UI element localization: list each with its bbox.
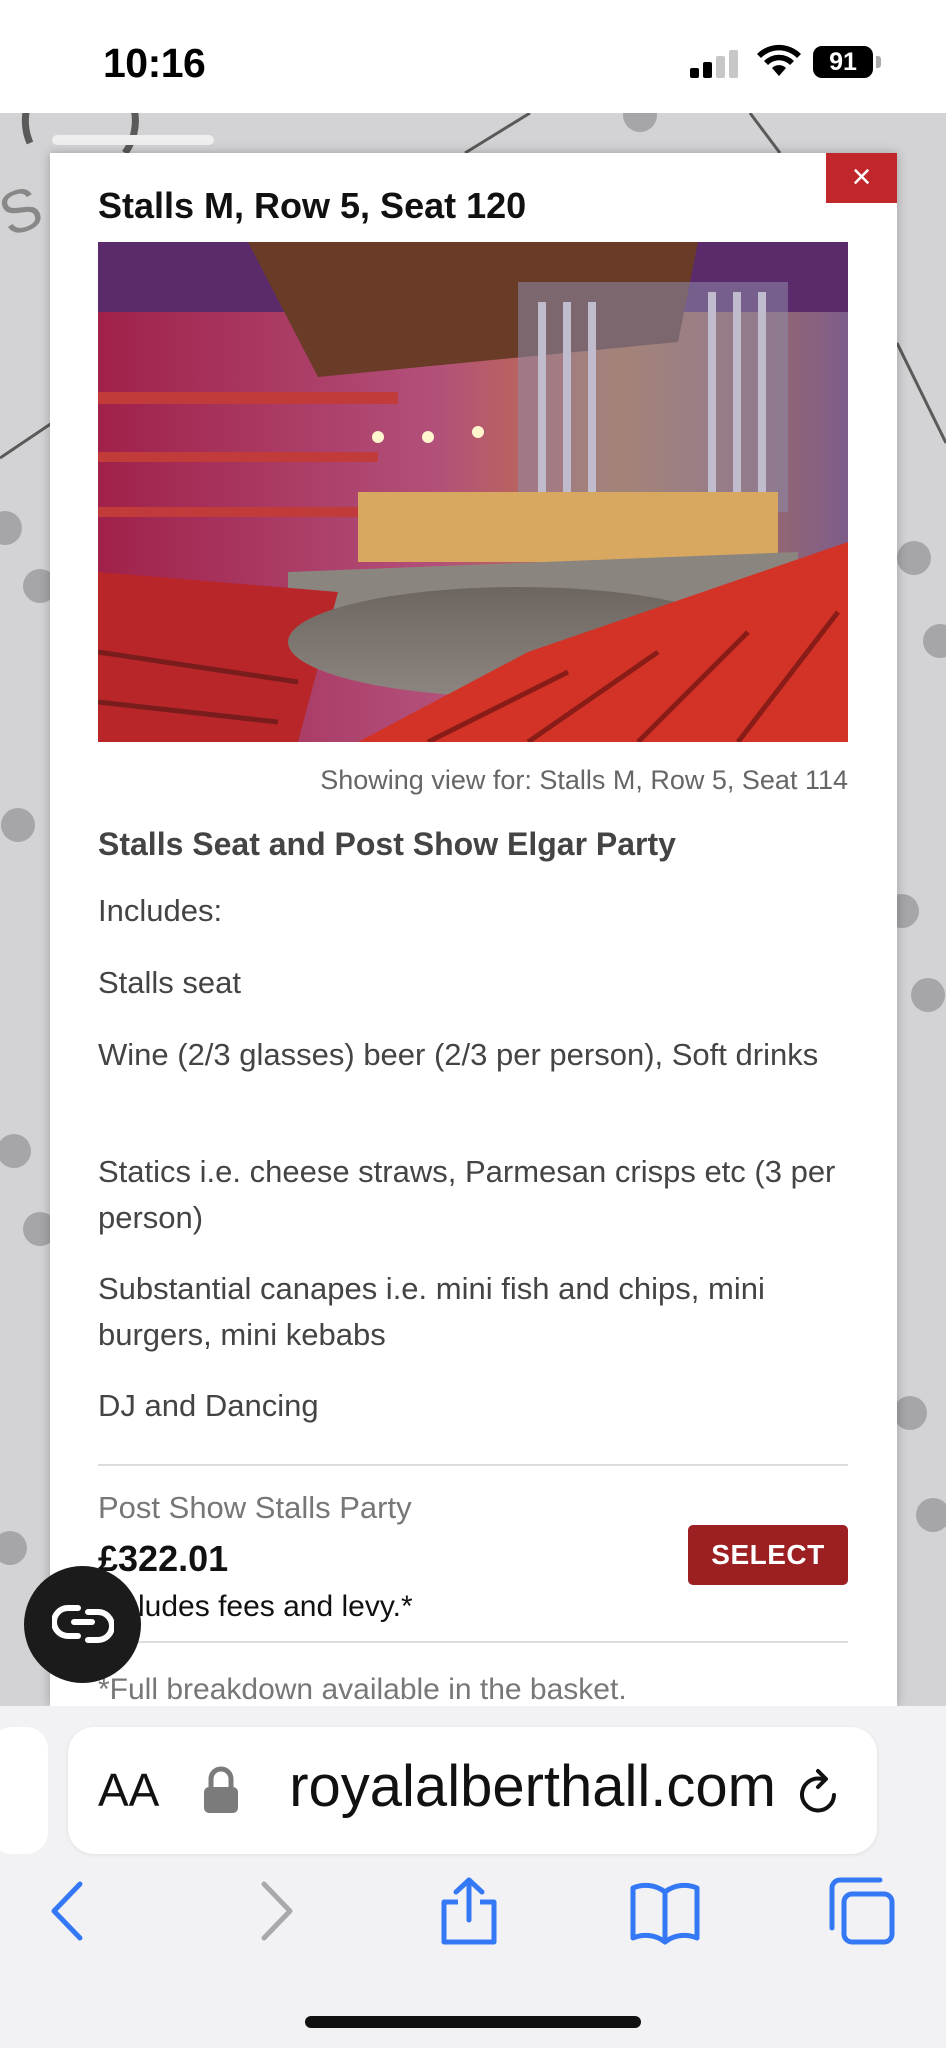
battery-indicator: 91	[813, 46, 873, 78]
divider	[98, 1641, 848, 1643]
close-button[interactable]: ×	[826, 153, 897, 203]
select-button[interactable]: SELECT	[688, 1525, 848, 1585]
signal-icon	[690, 48, 740, 78]
chat-button[interactable]	[24, 1566, 141, 1683]
modal-title: Stalls M, Row 5, Seat 120	[98, 185, 527, 226]
include-item: Wine (2/3 glasses) beer (2/3 per person)…	[98, 1037, 819, 1072]
seat-view-image	[98, 242, 848, 742]
divider	[98, 1464, 848, 1466]
aa-label: AA	[98, 1764, 160, 1816]
share-icon[interactable]	[434, 1876, 504, 1946]
bookmarks-icon[interactable]	[630, 1876, 700, 1946]
browser-toolbar: AA royalalberthall.com	[0, 1706, 946, 2048]
include-item: Statics i.e. cheese straws, Parmesan cri…	[98, 1154, 836, 1235]
include-item: DJ and Dancing	[98, 1388, 319, 1423]
package-title: Stalls Seat and Post Show Elgar Party	[98, 826, 676, 862]
reader-settings-button[interactable]: AA	[98, 1763, 159, 1817]
url-text[interactable]: royalalberthall.com	[256, 1753, 776, 1823]
include-item: Substantial canapes i.e. mini fish and c…	[98, 1271, 765, 1352]
tabs-icon[interactable]	[826, 1876, 896, 1946]
breakdown-note: *Full breakdown available in the basket.	[98, 1673, 627, 1706]
includes-label: Includes:	[98, 893, 223, 928]
home-indicator	[305, 2016, 641, 2028]
view-caption: Showing view for: Stalls M, Row 5, Seat …	[320, 765, 848, 795]
price: £322.01	[98, 1538, 229, 1579]
address-bar[interactable]: AA royalalberthall.com	[68, 1727, 877, 1854]
wifi-icon	[757, 44, 801, 76]
forward-icon[interactable]	[240, 1876, 310, 1946]
seat-detail-modal: × Stalls M, Row 5, Seat 120 Showing view…	[50, 153, 897, 1706]
fees-note: Includes fees and levy.*	[98, 1590, 413, 1623]
status-bar: 10:16 91	[0, 0, 946, 113]
chat-icon	[52, 1605, 114, 1643]
back-icon[interactable]	[34, 1876, 104, 1946]
reload-icon[interactable]	[796, 1767, 842, 1817]
battery-cap	[876, 56, 881, 68]
previous-tab-preview[interactable]	[0, 1727, 48, 1854]
status-time: 10:16	[103, 40, 206, 86]
lock-icon	[204, 1766, 238, 1813]
price-label: Post Show Stalls Party	[98, 1490, 412, 1525]
include-item: Stalls seat	[98, 965, 242, 1000]
